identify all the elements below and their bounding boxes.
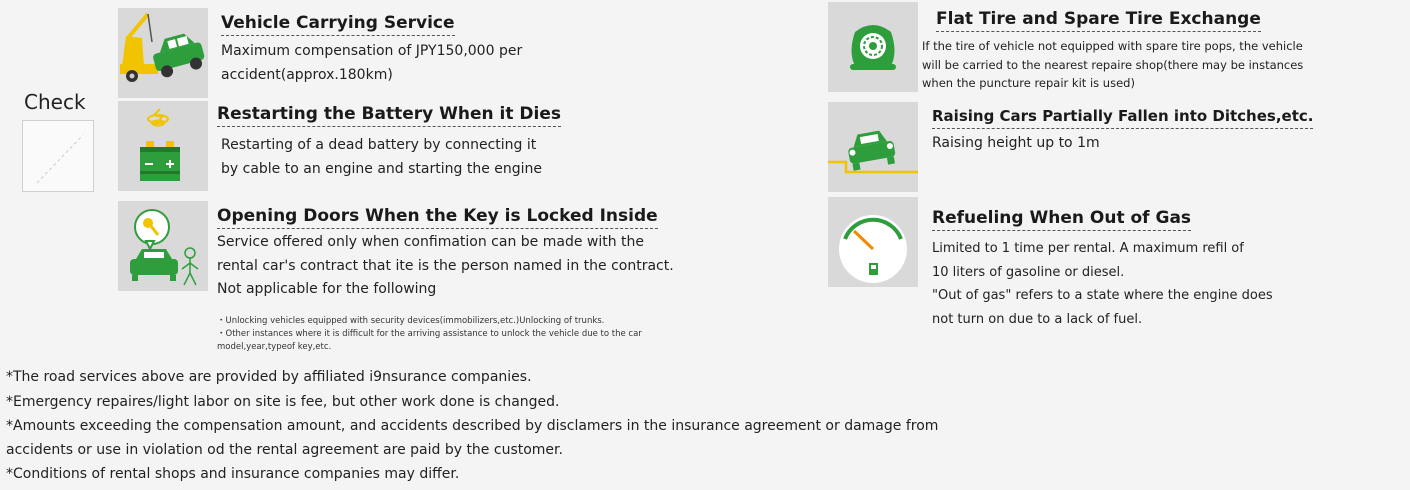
service-description: Restarting of a dead battery by connecti… — [221, 134, 542, 181]
fuel-gauge-icon-box — [828, 197, 918, 287]
description-line: by cable to an engine and starting the e… — [221, 160, 543, 177]
description-line: Service offered only when confimation ca… — [217, 234, 645, 250]
description-line: Not applicable for the following — [217, 281, 437, 297]
fine-print-line: ・Other instances where it is difficult f… — [217, 329, 642, 339]
service-title: Flat Tire and Spare Tire Exchange — [936, 9, 1261, 32]
fine-print-line: ・Unlocking vehicles equipped with securi… — [217, 316, 605, 326]
tow-truck-icon-box — [118, 8, 208, 98]
key-unlock-icon — [130, 209, 199, 286]
description-line: accident(approx.180km) — [221, 66, 393, 83]
description-line: Raising height up to 1m — [932, 135, 1100, 151]
description-line: when the puncture repair kit is used) — [922, 76, 1135, 90]
service-description: If the tire of vehicle not equipped with… — [922, 37, 1303, 93]
car-ditch-icon — [828, 130, 918, 174]
description-line: not turn on due to a lack of fuel. — [932, 311, 1143, 327]
flat-tire-icon-box — [828, 2, 918, 92]
service-description: Maximum compensation of JPY150,000 per a… — [221, 40, 522, 87]
fuel-gauge-icon — [839, 215, 907, 283]
checkbox-placeholder-icon — [36, 134, 84, 184]
description-line: will be carried to the nearest repaire s… — [922, 57, 1304, 72]
service-description: Raising height up to 1m — [932, 132, 1100, 156]
description-line: 10 liters of gasoline or diesel. — [932, 264, 1125, 280]
service-fine-print: ・Unlocking vehicles equipped with securi… — [217, 315, 642, 354]
service-title: Vehicle Carrying Service — [221, 13, 455, 36]
description-line: If the tire of vehicle not equipped with… — [922, 39, 1303, 53]
description-line: Limited to 1 time per rental. A maximum … — [932, 241, 1244, 256]
footnote: *The road services above are provided by… — [6, 369, 532, 385]
service-description: Limited to 1 time per rental. A maximum … — [932, 237, 1273, 331]
check-label: Check — [24, 90, 86, 114]
car-battery-icon — [140, 108, 180, 181]
footnote: *Emergency repaires/light labor on site … — [6, 394, 560, 410]
description-line: Restarting of a dead battery by connecti… — [221, 137, 537, 153]
car-ditch-icon-box — [828, 102, 918, 192]
description-line: rental car's contract that ite is the pe… — [217, 257, 674, 274]
description-line: Maximum compensation of JPY150,000 per — [221, 43, 523, 59]
car-battery-icon-box — [118, 101, 208, 191]
check-checkbox[interactable] — [22, 120, 94, 192]
fine-print-line: model,year,typeof key,etc. — [217, 342, 332, 352]
flat-tire-icon — [850, 25, 896, 70]
description-line: "Out of gas" refers to a state where the… — [932, 288, 1273, 303]
service-title: Refueling When Out of Gas — [932, 208, 1192, 231]
service-title: Raising Cars Partially Fallen into Ditch… — [932, 106, 1314, 129]
tow-truck-icon — [120, 12, 205, 82]
service-description: Service offered only when confimation ca… — [217, 231, 674, 302]
footnote: accidents or use in violation od the ren… — [6, 442, 563, 458]
key-unlock-icon-box — [118, 201, 208, 291]
footnote: *Conditions of rental shops and insuranc… — [6, 466, 460, 482]
service-title: Restarting the Battery When it Dies — [217, 104, 562, 127]
service-title: Opening Doors When the Key is Locked Ins… — [217, 206, 658, 229]
footnote: *Amounts exceeding the compensation amou… — [6, 418, 939, 434]
